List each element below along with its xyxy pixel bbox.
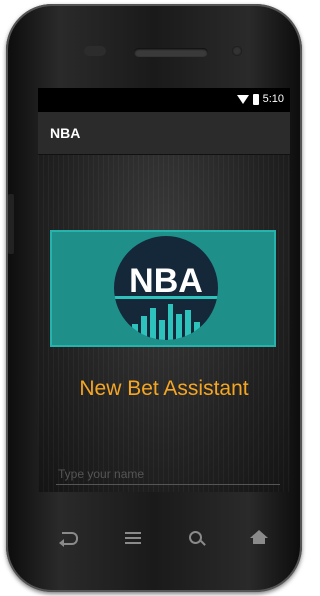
back-icon	[58, 532, 78, 547]
skyline-bar	[149, 308, 156, 340]
skyline-bar	[194, 322, 200, 340]
home-button[interactable]	[244, 526, 274, 550]
skyline-bar	[176, 314, 183, 340]
nba-logo-banner: NBA	[50, 230, 276, 347]
proximity-sensor	[84, 46, 106, 56]
menu-button[interactable]	[118, 526, 148, 550]
nba-logo-circle: NBA	[114, 236, 218, 340]
navigation-bar	[38, 520, 290, 556]
front-camera	[232, 46, 242, 56]
name-input[interactable]	[56, 464, 280, 485]
menu-icon	[124, 532, 141, 544]
app-title: NBA	[50, 125, 81, 141]
skyline-bar	[140, 316, 147, 340]
earpiece-speaker	[134, 48, 208, 57]
status-time: 5:10	[262, 93, 284, 105]
home-icon	[249, 530, 268, 544]
back-button[interactable]	[55, 526, 85, 550]
logo-accent-line	[114, 296, 218, 299]
status-bar: 5:10	[38, 88, 290, 112]
logo-skyline-bars	[132, 300, 200, 340]
skyline-bar	[158, 320, 165, 340]
wifi-icon	[236, 94, 249, 104]
action-bar: NBA	[38, 112, 290, 155]
status-icons: 5:10	[236, 93, 284, 105]
battery-icon	[252, 93, 259, 105]
search-button[interactable]	[181, 526, 211, 550]
skyline-bar	[185, 310, 192, 340]
skyline-bar	[167, 304, 174, 340]
volume-button	[8, 194, 14, 254]
app-screen: 5:10 NBA NBA New Bet Assistant	[38, 88, 290, 492]
skyline-bar	[132, 324, 138, 340]
search-icon	[188, 531, 202, 544]
app-headline: New Bet Assistant	[79, 377, 249, 400]
